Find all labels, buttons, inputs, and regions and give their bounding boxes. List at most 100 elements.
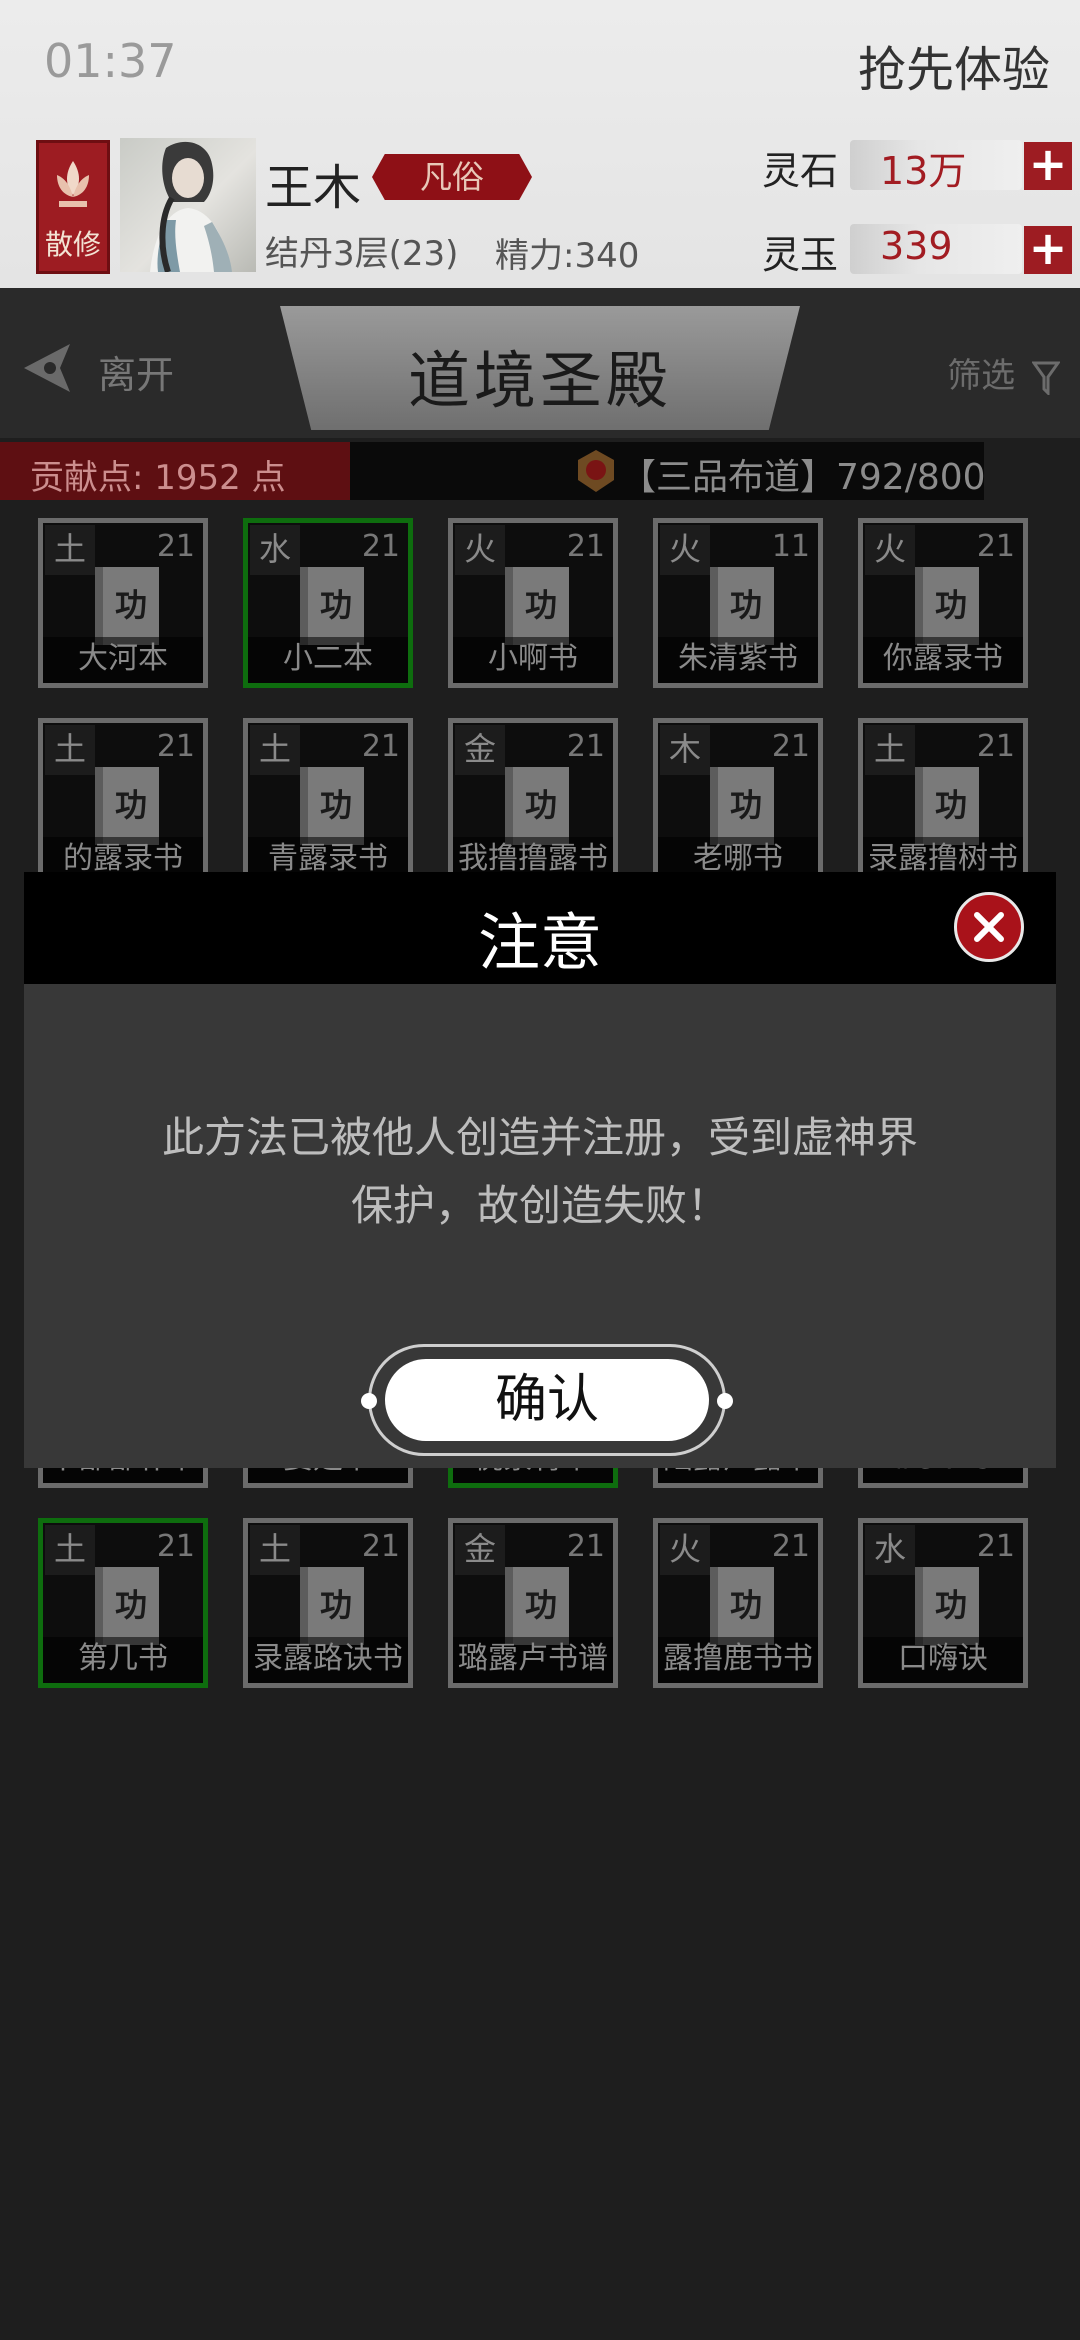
add-spirit-jade-button[interactable]: + xyxy=(1024,225,1072,274)
technique-card[interactable]: 木 21 功老哪书 xyxy=(653,718,823,888)
technique-book-icon: 功 xyxy=(710,567,774,645)
technique-book-icon: 功 xyxy=(300,1567,364,1645)
technique-book-icon: 功 xyxy=(505,767,569,845)
technique-name: 璐露卢书谱 xyxy=(453,1637,613,1683)
technique-book-icon: 功 xyxy=(915,767,979,845)
technique-card[interactable]: 火 21 功你露录书 xyxy=(858,518,1028,688)
player-name: 王木 xyxy=(265,160,362,216)
realm-level: 结丹3层(23) xyxy=(265,234,459,274)
technique-level: 21 xyxy=(156,729,195,764)
medal-icon xyxy=(578,450,614,492)
element-tag: 木 xyxy=(660,725,710,775)
confirm-button[interactable]: 确认 xyxy=(385,1359,709,1441)
technique-card[interactable]: 火 21 功小啊书 xyxy=(448,518,618,688)
technique-book-icon: 功 xyxy=(915,1567,979,1645)
technique-level: 21 xyxy=(361,529,400,564)
frame-dot-right xyxy=(717,1393,733,1409)
contribution-points: 贡献点: 1952 点 xyxy=(30,458,286,498)
technique-card[interactable]: 火 21 功露撸鹿书书 xyxy=(653,1518,823,1688)
technique-name: 口嗨诀 xyxy=(863,1637,1023,1683)
leave-label: 离开 xyxy=(98,353,175,397)
modal-message: 此方法已被他人创造并注册，受到虚神界 保护，故创造失败！ xyxy=(104,1104,976,1240)
element-tag: 土 xyxy=(250,725,300,775)
technique-level: 11 xyxy=(771,529,810,564)
avatar[interactable] xyxy=(120,138,256,272)
preach-progress: 【三品布道】792/800 xyxy=(620,457,986,498)
element-tag: 火 xyxy=(865,525,915,575)
technique-book-icon: 功 xyxy=(95,767,159,845)
element-tag: 金 xyxy=(455,1525,505,1575)
energy-value: 精力:340 xyxy=(495,236,640,276)
technique-card[interactable]: 土 21 功录露路诀书 xyxy=(243,1518,413,1688)
technique-level: 21 xyxy=(771,1529,810,1564)
technique-name: 录露路诀书 xyxy=(248,1637,408,1683)
rank-badge: 凡俗 xyxy=(372,154,532,200)
technique-book-icon: 功 xyxy=(505,567,569,645)
element-tag: 土 xyxy=(865,725,915,775)
technique-card[interactable]: 土 21 功青露录书 xyxy=(243,718,413,888)
element-tag: 土 xyxy=(45,525,95,575)
technique-book-icon: 功 xyxy=(710,767,774,845)
technique-book-icon: 功 xyxy=(505,1567,569,1645)
element-tag: 土 xyxy=(45,1525,95,1575)
technique-level: 21 xyxy=(976,529,1015,564)
technique-level: 21 xyxy=(361,1529,400,1564)
technique-book-icon: 功 xyxy=(710,1567,774,1645)
add-spirit-stone-button[interactable]: + xyxy=(1024,141,1072,190)
technique-card[interactable]: 金 21 功我撸撸露书 xyxy=(448,718,618,888)
technique-book-icon: 功 xyxy=(915,567,979,645)
frame-dot-left xyxy=(361,1393,377,1409)
filter-icon xyxy=(1031,361,1061,397)
technique-card[interactable]: 土 21 功大河本 xyxy=(38,518,208,688)
element-tag: 火 xyxy=(660,525,710,575)
contribution-bar: 贡献点: 1952 点 xyxy=(0,442,350,500)
technique-name: 大河本 xyxy=(43,637,203,683)
early-access-label[interactable]: 抢先体验 xyxy=(858,30,1050,100)
technique-name: 露撸鹿书书 xyxy=(658,1637,818,1683)
technique-level: 21 xyxy=(771,729,810,764)
technique-level: 21 xyxy=(566,529,605,564)
technique-name: 小二本 xyxy=(248,637,408,683)
spirit-jade-label: 灵玉 xyxy=(762,233,839,277)
element-tag: 火 xyxy=(660,1525,710,1575)
technique-book-icon: 功 xyxy=(95,1567,159,1645)
element-tag: 土 xyxy=(250,1525,300,1575)
filter-label: 筛选 xyxy=(947,356,1016,396)
technique-card[interactable]: 土 21 功录露撸树书 xyxy=(858,718,1028,888)
spirit-jade-value: 339 xyxy=(880,224,953,268)
technique-level: 21 xyxy=(566,729,605,764)
filter-button[interactable]: 筛选 xyxy=(947,348,1061,397)
element-tag: 金 xyxy=(455,725,505,775)
technique-card[interactable]: 土 21 功第几书 xyxy=(38,1518,208,1688)
close-button[interactable] xyxy=(954,892,1024,962)
page-title: 道境圣殿 xyxy=(407,344,672,417)
player-header: 01:37 抢先体验 散修 王木 凡俗 结丹3层(23) 精力:340 灵石 1… xyxy=(0,0,1080,288)
close-icon xyxy=(974,912,1004,942)
technique-card[interactable]: 水 21 功小二本 xyxy=(243,518,413,688)
technique-name: 朱清紫书 xyxy=(658,637,818,683)
confirm-button-frame: 确认 xyxy=(361,1344,733,1456)
modal-message-line-1: 此方法已被他人创造并注册，受到虚神界 xyxy=(161,1113,918,1162)
technique-card[interactable]: 水 21 功口嗨诀 xyxy=(858,1518,1028,1688)
technique-level: 21 xyxy=(976,729,1015,764)
leave-arrow-icon xyxy=(24,344,70,392)
technique-level: 21 xyxy=(566,1529,605,1564)
modal-message-line-2: 保护，故创造失败！ xyxy=(350,1181,729,1230)
character-portrait-icon xyxy=(150,141,232,272)
technique-name: 第几书 xyxy=(43,1637,203,1683)
sect-badge[interactable]: 散修 xyxy=(36,140,110,274)
technique-card[interactable]: 金 21 功璐露卢书谱 xyxy=(448,1518,618,1688)
modal-body: 此方法已被他人创造并注册，受到虚神界 保护，故创造失败！ 确认 xyxy=(24,984,1056,1468)
sect-label: 散修 xyxy=(44,228,101,261)
technique-book-icon: 功 xyxy=(95,567,159,645)
technique-name: 你露录书 xyxy=(863,637,1023,683)
technique-card[interactable]: 火 11 功朱清紫书 xyxy=(653,518,823,688)
element-tag: 火 xyxy=(455,525,505,575)
technique-level: 21 xyxy=(361,729,400,764)
technique-level: 21 xyxy=(976,1529,1015,1564)
status-time: 01:37 xyxy=(44,34,177,88)
technique-card[interactable]: 土 21 功的露录书 xyxy=(38,718,208,888)
element-tag: 水 xyxy=(250,525,300,575)
technique-book-icon: 功 xyxy=(300,567,364,645)
technique-book-icon: 功 xyxy=(300,767,364,845)
